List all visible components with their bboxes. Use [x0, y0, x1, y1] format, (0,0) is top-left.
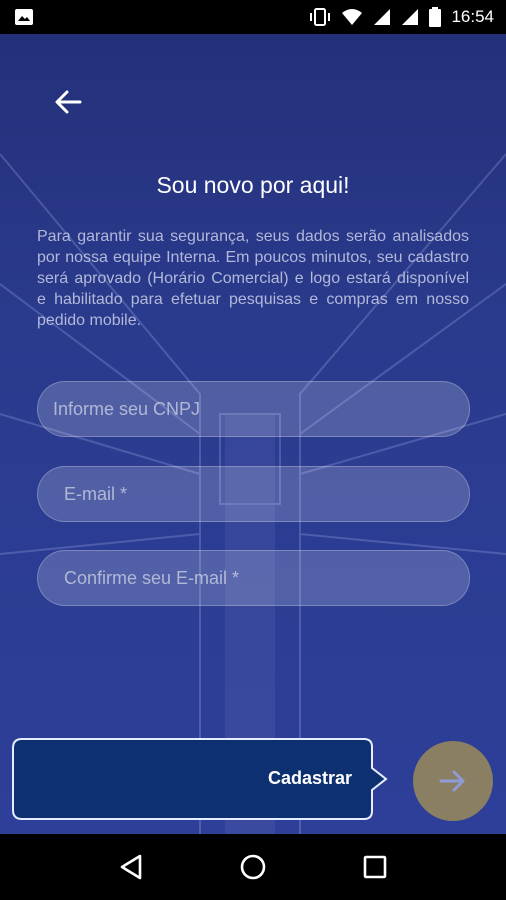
- cadastrar-button[interactable]: Cadastrar: [12, 738, 388, 820]
- system-nav-bar: [0, 834, 506, 900]
- recents-square-icon: [363, 855, 387, 879]
- arrow-left-icon: [55, 90, 82, 114]
- nav-back-button[interactable]: [107, 843, 155, 891]
- vibrate-icon: [310, 8, 331, 26]
- home-circle-icon: [240, 854, 266, 880]
- status-time: 16:54: [451, 7, 494, 26]
- confirm-email-input[interactable]: [37, 550, 470, 606]
- page-title: Sou novo por aqui!: [156, 172, 350, 198]
- next-button[interactable]: [413, 741, 493, 821]
- nav-recents-button[interactable]: [351, 843, 399, 891]
- wifi-icon: [342, 9, 363, 25]
- nav-home-button[interactable]: [229, 843, 277, 891]
- cnpj-input[interactable]: [37, 381, 470, 437]
- status-bar: 16:54: [0, 0, 506, 34]
- image-icon: [15, 9, 33, 25]
- signup-screen: Sou novo por aqui! Para garantir sua seg…: [0, 34, 506, 834]
- battery-icon: [429, 7, 442, 27]
- arrow-right-icon: [439, 770, 465, 792]
- back-button[interactable]: [48, 82, 88, 122]
- email-input[interactable]: [37, 466, 470, 522]
- back-triangle-icon: [120, 854, 142, 880]
- signal-icon: [402, 9, 419, 25]
- description-text: Para garantir sua segurança, seus dados …: [37, 228, 469, 329]
- signal-icon: [374, 9, 391, 25]
- cadastrar-label: Cadastrar: [267, 768, 352, 788]
